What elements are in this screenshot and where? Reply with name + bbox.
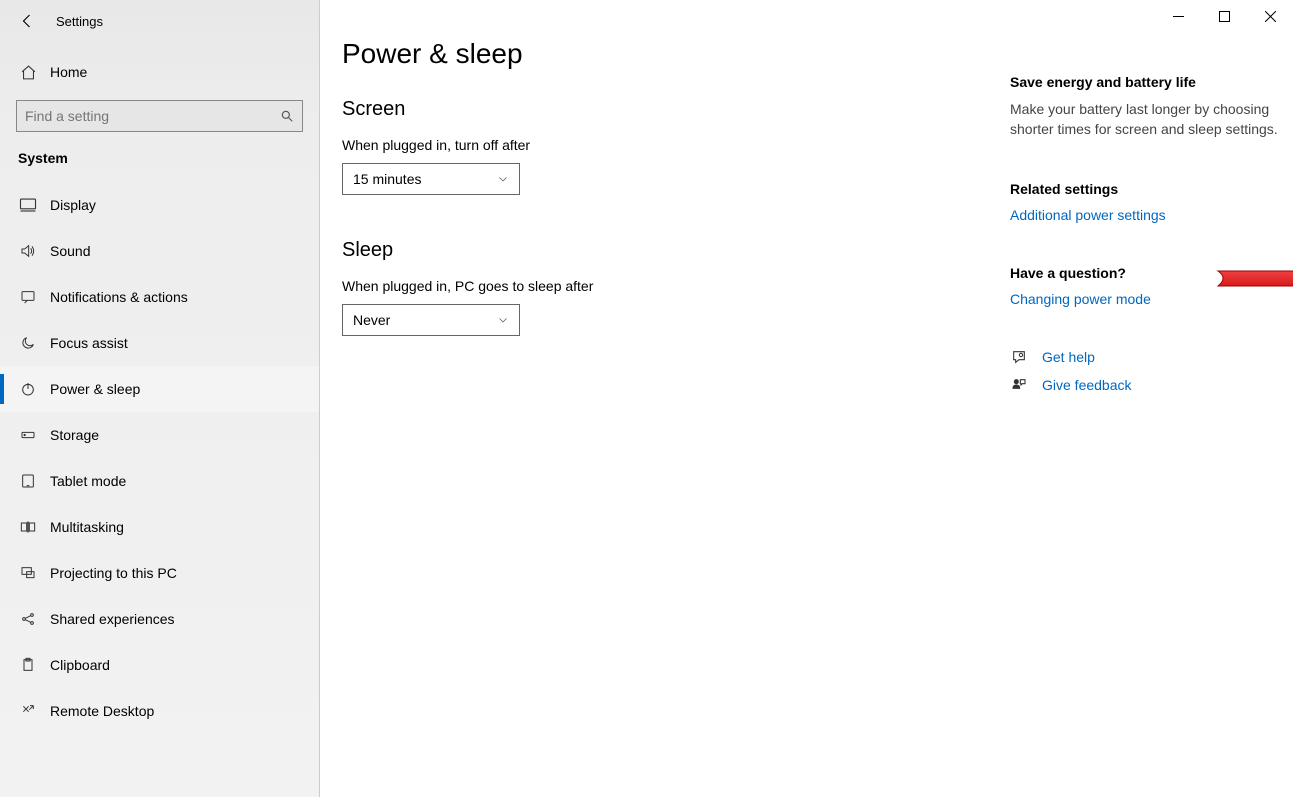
sidebar-item-power-sleep[interactable]: Power & sleep [0,366,319,412]
chevron-down-icon [497,314,509,326]
chevron-down-icon [497,173,509,185]
remote-desktop-icon [18,703,38,719]
home-icon [18,64,38,81]
section-label-system: System [0,150,319,166]
sidebar-item-label: Storage [50,427,99,443]
sound-icon [18,243,38,259]
tablet-icon [18,473,38,489]
back-button[interactable] [18,11,38,31]
dropdown-value: 15 minutes [353,171,421,187]
energy-text: Make your battery last longer by choosin… [1010,100,1290,139]
maximize-button[interactable] [1201,0,1247,32]
sidebar: Settings Home System Display [0,0,320,797]
sidebar-item-remote-desktop[interactable]: Remote Desktop [0,688,319,734]
sidebar-item-label: Tablet mode [50,473,126,489]
question-heading: Have a question? [1010,265,1290,281]
sidebar-item-projecting[interactable]: Projecting to this PC [0,550,319,596]
get-help-label: Get help [1042,349,1095,365]
storage-icon [18,427,38,443]
give-feedback-label: Give feedback [1042,377,1132,393]
sidebar-item-label: Projecting to this PC [50,565,177,581]
energy-heading: Save energy and battery life [1010,74,1290,90]
sidebar-item-notifications[interactable]: Notifications & actions [0,274,319,320]
sidebar-item-home[interactable]: Home [0,50,319,94]
sidebar-item-focus-assist[interactable]: Focus assist [0,320,319,366]
search-icon [280,109,294,123]
get-help-icon [1010,349,1028,365]
sidebar-item-storage[interactable]: Storage [0,412,319,458]
nav-list: Display Sound Notifications & actions Fo… [0,182,319,797]
sidebar-item-label: Power & sleep [50,381,140,397]
sidebar-item-label: Display [50,197,96,213]
close-button[interactable] [1247,0,1293,32]
screen-turnoff-dropdown[interactable]: 15 minutes [342,163,520,195]
sidebar-item-label: Focus assist [50,335,128,351]
home-label: Home [50,64,87,80]
feedback-icon [1010,377,1028,393]
sidebar-item-label: Clipboard [50,657,110,673]
projecting-icon [18,565,38,581]
search-box[interactable] [16,100,303,132]
sidebar-item-sound[interactable]: Sound [0,228,319,274]
display-icon [18,197,38,213]
changing-power-mode-link[interactable]: Changing power mode [1010,291,1290,307]
screen-turnoff-label: When plugged in, turn off after [342,137,982,153]
sidebar-item-multitasking[interactable]: Multitasking [0,504,319,550]
clipboard-icon [18,657,38,673]
sidebar-item-shared-experiences[interactable]: Shared experiences [0,596,319,642]
window-title: Settings [56,14,103,29]
additional-power-settings-link[interactable]: Additional power settings [1010,207,1290,223]
sidebar-item-label: Multitasking [50,519,124,535]
focus-assist-icon [18,335,38,351]
related-settings-heading: Related settings [1010,181,1290,197]
sleep-after-label: When plugged in, PC goes to sleep after [342,278,982,294]
shared-icon [18,611,38,627]
get-help-row[interactable]: Get help [1010,349,1290,365]
search-input[interactable] [25,108,280,124]
page-title: Power & sleep [342,38,982,70]
notifications-icon [18,289,38,305]
give-feedback-row[interactable]: Give feedback [1010,377,1290,393]
sidebar-item-display[interactable]: Display [0,182,319,228]
power-icon [18,381,38,397]
sleep-after-dropdown[interactable]: Never [342,304,520,336]
dropdown-value: Never [353,312,390,328]
sidebar-item-label: Remote Desktop [50,703,154,719]
sidebar-item-label: Sound [50,243,90,259]
sidebar-item-label: Shared experiences [50,611,175,627]
section-heading-sleep: Sleep [342,239,982,262]
sidebar-item-clipboard[interactable]: Clipboard [0,642,319,688]
multitasking-icon [18,519,38,535]
sidebar-item-tablet-mode[interactable]: Tablet mode [0,458,319,504]
main-content: Power & sleep Screen When plugged in, tu… [320,0,1293,797]
section-heading-screen: Screen [342,98,982,121]
sidebar-item-label: Notifications & actions [50,289,188,305]
minimize-button[interactable] [1155,0,1201,32]
